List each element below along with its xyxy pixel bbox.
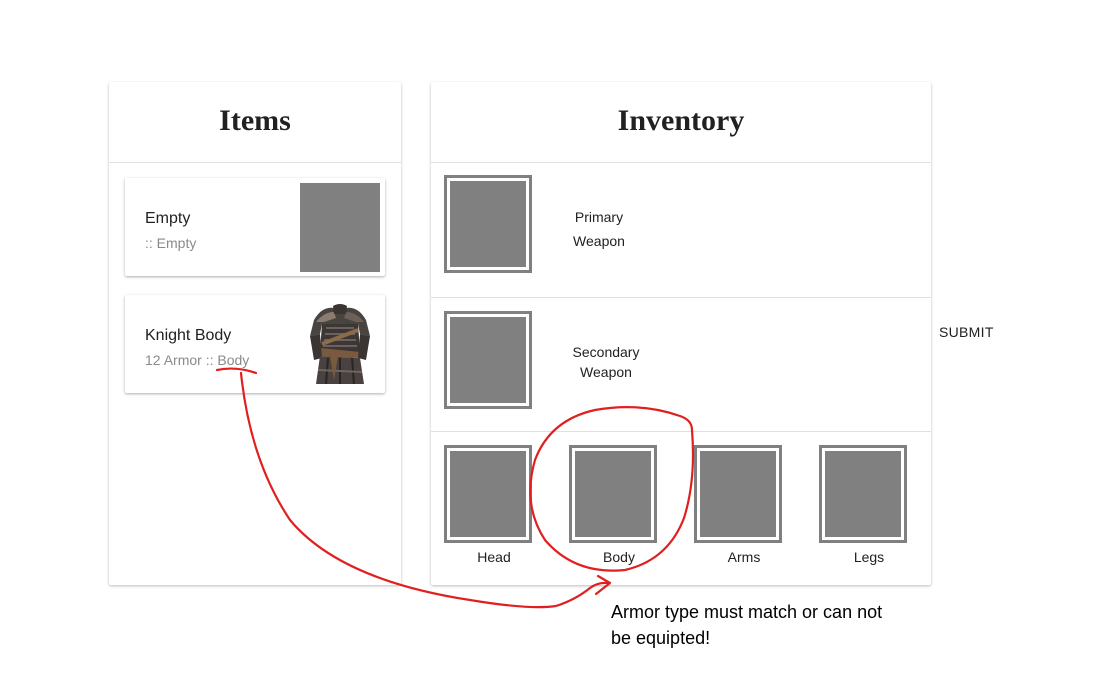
items-panel-title: Items	[109, 82, 401, 163]
primary-weapon-label-line1: Primary	[574, 209, 624, 225]
submit-button[interactable]: SUBMIT	[939, 324, 994, 340]
primary-weapon-row: Primary Weapon	[431, 162, 931, 298]
armor-label-head: Head	[477, 549, 511, 565]
secondary-weapon-row: Secondary Weapon	[431, 298, 931, 432]
secondary-weapon-slot[interactable]	[444, 311, 532, 409]
armor-slot-legs[interactable]	[819, 445, 907, 543]
slot-fill	[450, 451, 526, 537]
item-card-empty[interactable]: Empty :: Empty	[125, 178, 385, 276]
secondary-weapon-label-line2: Weapon	[580, 364, 632, 380]
inventory-panel: Inventory Primary Weapon Secondary Weapo…	[431, 82, 931, 585]
armor-label-body: Body	[603, 549, 635, 565]
empty-item-thumbnail	[300, 183, 380, 272]
items-panel: Items Empty :: Empty Knight Body 12 Armo…	[109, 82, 401, 585]
secondary-weapon-label-line1: Secondary	[572, 344, 640, 360]
item-type: Body	[217, 352, 250, 368]
annotation-note: Armor type must match or can not be equi…	[611, 602, 883, 648]
armor-slot-arms[interactable]	[694, 445, 782, 543]
armor-label-legs: Legs	[853, 549, 885, 565]
app-stage: Items Empty :: Empty Knight Body 12 Armo…	[0, 0, 1095, 686]
slot-fill	[450, 181, 526, 267]
inventory-panel-title: Inventory	[431, 82, 931, 163]
item-card-knight-body[interactable]: Knight Body 12 Armor :: Body	[125, 295, 385, 393]
item-stats-prefix: 12 Armor ::	[145, 352, 218, 368]
item-stats: 12 Armor :: Body	[145, 352, 249, 368]
item-name: Empty	[145, 210, 191, 227]
armor-slot-body[interactable]	[569, 445, 657, 543]
item-name: Knight Body	[145, 327, 232, 344]
item-stats: :: Empty	[145, 235, 197, 251]
slot-fill	[575, 451, 651, 537]
primary-weapon-label-line2: Weapon	[573, 233, 625, 249]
armor-label-arms: Arms	[727, 549, 761, 565]
knight-body-armor-image	[300, 300, 380, 389]
slot-fill	[700, 451, 776, 537]
primary-weapon-slot[interactable]	[444, 175, 532, 273]
primary-weapon-label: Primary Weapon	[549, 205, 649, 253]
armor-slot-head[interactable]	[444, 445, 532, 543]
secondary-weapon-label: Secondary Weapon	[556, 342, 656, 382]
slot-fill	[450, 317, 526, 403]
slot-fill	[825, 451, 901, 537]
